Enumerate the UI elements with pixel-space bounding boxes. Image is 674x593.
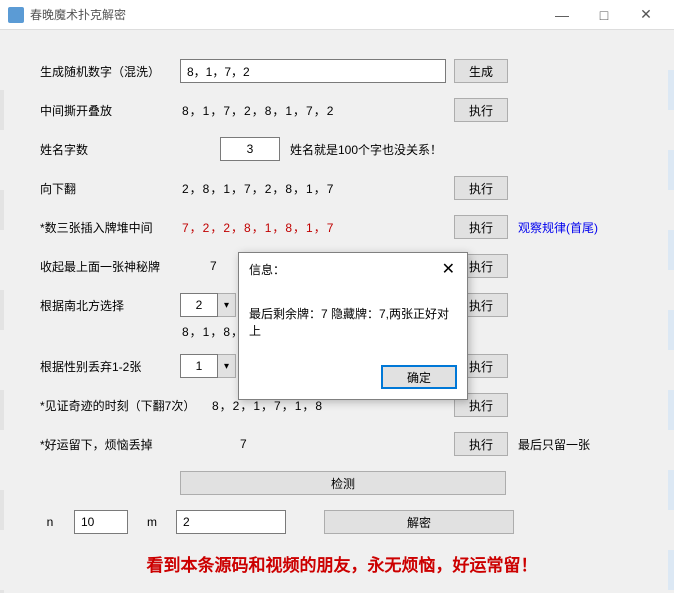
m-label: m [142, 515, 162, 529]
ns-dropdown-button[interactable]: ▾ [218, 293, 236, 317]
dialog-body: 最后剩余牌：7 隐藏牌：7,两张正好对上 [239, 283, 467, 359]
row-down: 向下翻 2，8，1，7，2，8，1，7 执行 [40, 175, 644, 201]
data-split: 8，1，7，2，8，1，7，2 [180, 102, 454, 119]
split-execute-button[interactable]: 执行 [454, 98, 508, 122]
three-extra: 观察规律(首尾) [518, 219, 598, 236]
down-execute-button[interactable]: 执行 [454, 176, 508, 200]
label-miracle: *见证奇迹的时刻（下翻7次） [40, 397, 210, 414]
input-n[interactable] [74, 510, 128, 534]
data-three: 7，2，2，8，1，8，1，7 [180, 219, 454, 236]
dialog-ok-button[interactable]: 确定 [381, 365, 457, 389]
row-generate: 生成随机数字（混洗） 生成 [40, 58, 644, 84]
label-ns: 根据南北方选择 [40, 297, 180, 314]
row-three: *数三张插入牌堆中间 7，2，2，8，1，8，1，7 执行 观察规律(首尾) [40, 214, 644, 240]
name-note: 姓名就是100个字也没关系！ [290, 141, 442, 158]
n-label: n [40, 515, 60, 529]
label-generate: 生成随机数字（混洗） [40, 63, 180, 80]
label-keep: *好运留下，烦恼丢掉 [40, 436, 180, 453]
input-gender[interactable] [180, 354, 218, 378]
input-generate[interactable] [180, 59, 446, 83]
minimize-button[interactable]: — [542, 2, 582, 28]
generate-button[interactable]: 生成 [454, 59, 508, 83]
app-icon [8, 7, 24, 23]
row-keep: *好运留下，烦恼丢掉 7 执行 最后只留一张 [40, 431, 644, 457]
window-title: 春晚魔术扑克解密 [30, 6, 126, 23]
data-down: 2，8，1，7，2，8，1，7 [180, 180, 454, 197]
label-split: 中间撕开叠放 [40, 102, 180, 119]
three-execute-button[interactable]: 执行 [454, 215, 508, 239]
check-button[interactable]: 检测 [180, 471, 506, 495]
gender-dropdown-button[interactable]: ▾ [218, 354, 236, 378]
label-name: 姓名字数 [40, 141, 180, 158]
maximize-button[interactable]: □ [584, 2, 624, 28]
row-check: 检测 [40, 470, 644, 496]
dialog-close-icon[interactable]: ✕ [438, 259, 459, 279]
close-button[interactable]: ✕ [626, 2, 666, 28]
label-down: 向下翻 [40, 180, 180, 197]
label-three: *数三张插入牌堆中间 [40, 219, 180, 236]
window-controls: — □ ✕ [542, 2, 666, 28]
input-name-count[interactable] [220, 137, 280, 161]
keep-execute-button[interactable]: 执行 [454, 432, 508, 456]
footer-message: 看到本条源码和视频的朋友，永无烦恼，好运常留！ [40, 551, 644, 576]
dialog-title: 信息： [249, 261, 285, 278]
data-keep: 7 [180, 437, 454, 451]
row-split: 中间撕开叠放 8，1，7，2，8，1，7，2 执行 [40, 97, 644, 123]
info-dialog: 信息： ✕ 最后剩余牌：7 隐藏牌：7,两张正好对上 确定 [238, 252, 468, 400]
row-name: 姓名字数 姓名就是100个字也没关系！ [40, 136, 644, 162]
label-gender: 根据性别丢弃1-2张 [40, 358, 180, 375]
label-top: 收起最上面一张神秘牌 [40, 258, 180, 275]
keep-extra: 最后只留一张 [518, 436, 590, 453]
titlebar: 春晚魔术扑克解密 — □ ✕ [0, 0, 674, 30]
row-nm: n m 解密 [40, 509, 644, 535]
input-ns[interactable] [180, 293, 218, 317]
input-m[interactable] [176, 510, 286, 534]
decrypt-button[interactable]: 解密 [324, 510, 514, 534]
